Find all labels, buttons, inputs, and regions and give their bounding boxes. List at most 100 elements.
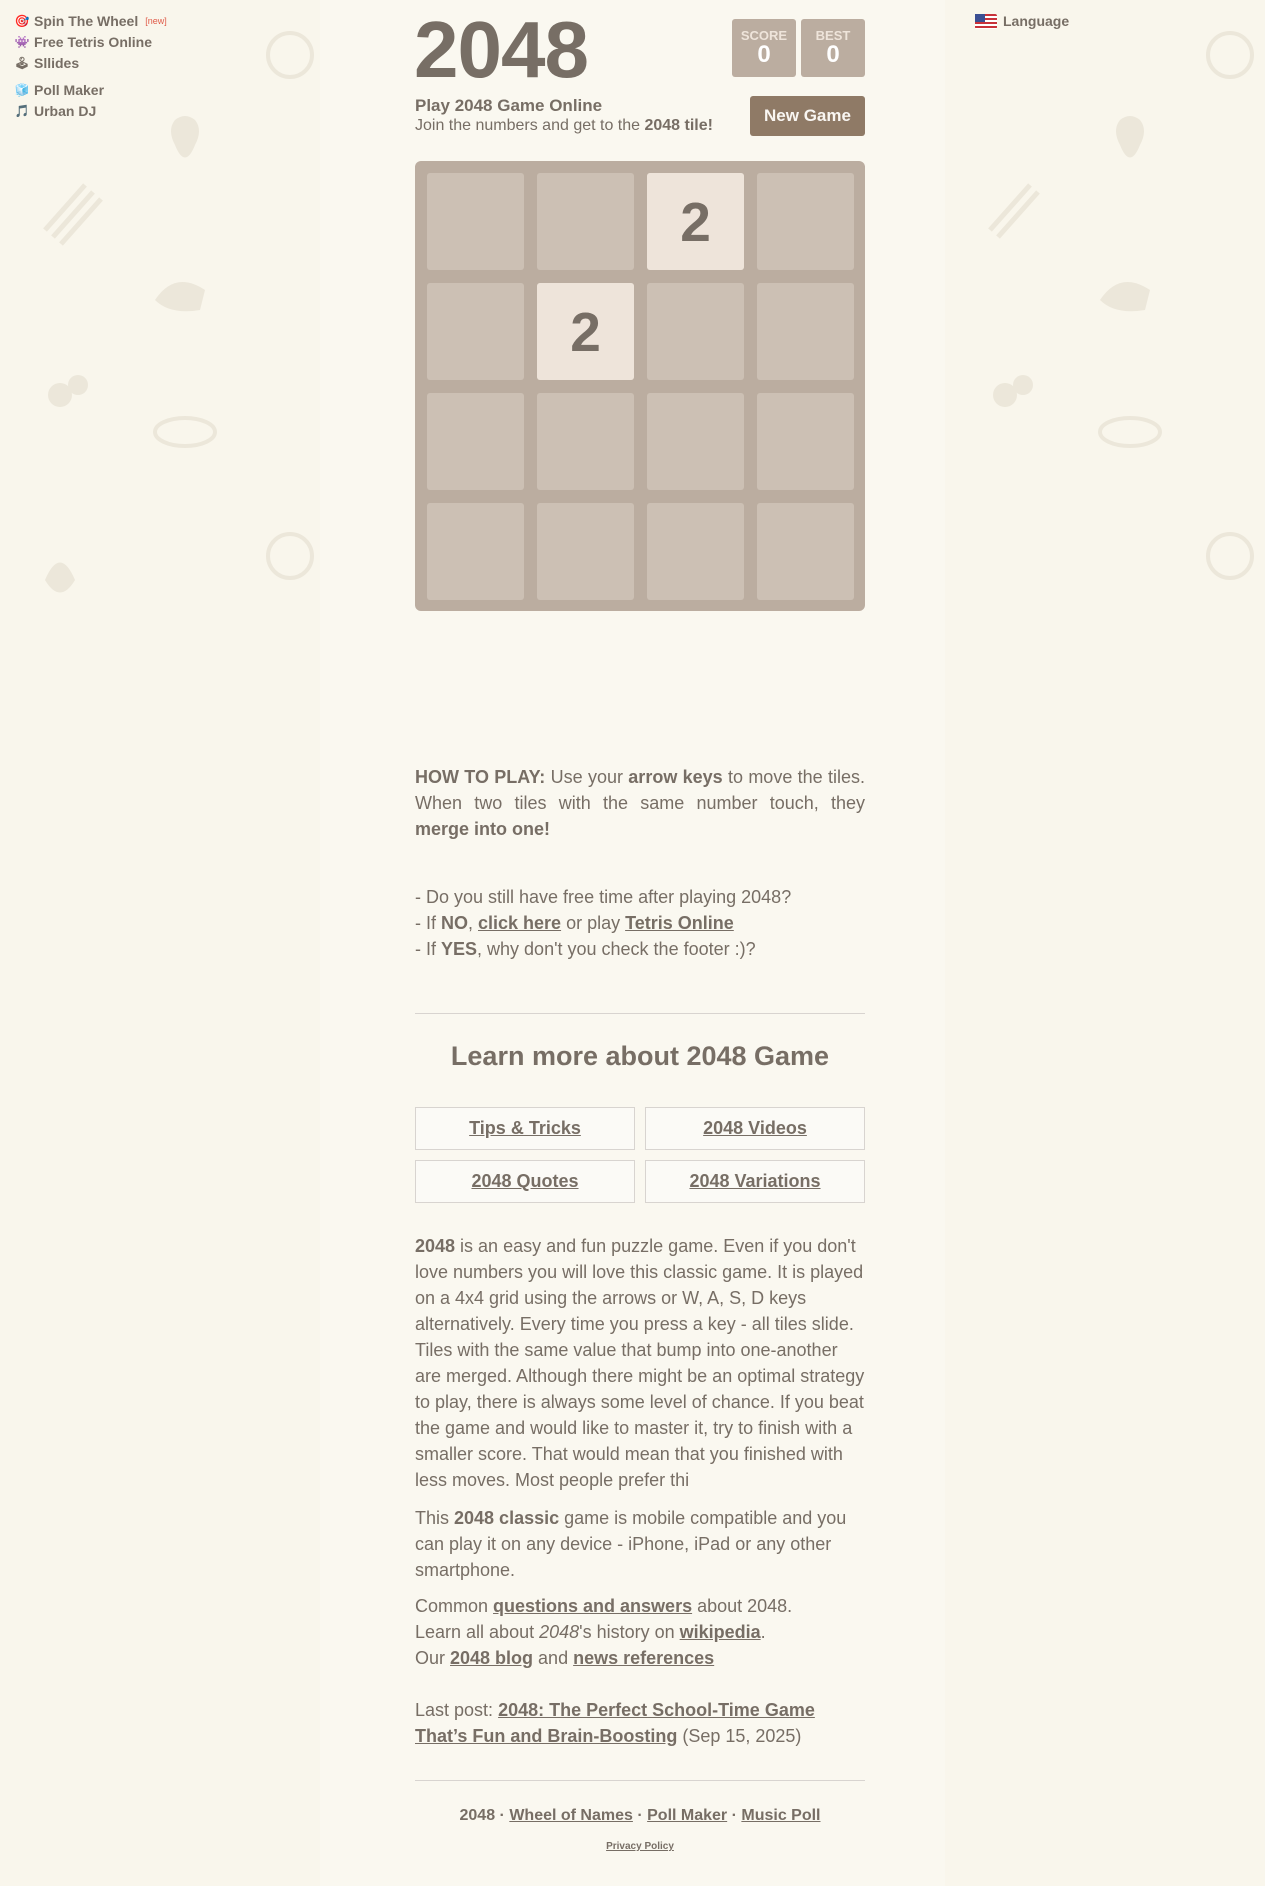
text: about 2048. xyxy=(692,1596,793,1616)
text: This xyxy=(415,1508,455,1528)
text: 's history on xyxy=(579,1622,680,1642)
left-links-nav: 🎯 Spin The Wheel [new] 👾 Free Tetris Onl… xyxy=(14,10,167,121)
free-time-yes: - If YES, why don't you check the footer… xyxy=(415,936,865,962)
text-italic: 2048 xyxy=(539,1622,580,1642)
music-poll-link[interactable]: Music Poll xyxy=(741,1807,820,1824)
best-value: 0 xyxy=(826,41,840,68)
right-pattern-panel xyxy=(945,0,1265,1886)
board-cell xyxy=(647,393,744,490)
fruit-pattern xyxy=(43,31,314,593)
intro-text: Join the numbers and get to the xyxy=(415,117,645,134)
board-cell xyxy=(427,393,524,490)
link-label: Urban DJ xyxy=(34,102,97,119)
wiki-line: Learn all about 2048's history on wikipe… xyxy=(415,1619,865,1645)
how-to-play: HOW TO PLAY: Use your arrow keys to move… xyxy=(415,764,865,842)
separator: · xyxy=(632,1807,648,1824)
videos-button[interactable]: 2048 Videos xyxy=(645,1107,865,1150)
text: or play xyxy=(561,913,626,933)
game-board[interactable]: 22 xyxy=(415,161,865,611)
text: and xyxy=(533,1648,574,1668)
links-paragraph: Common questions and answers about 2048.… xyxy=(415,1593,865,1671)
text: Our xyxy=(415,1648,451,1668)
free-time-question: - Do you still have free time after play… xyxy=(415,887,792,907)
alien-icon: 👾 xyxy=(14,34,30,49)
news-references-link[interactable]: news references xyxy=(573,1648,714,1668)
board-cell xyxy=(427,283,524,380)
text: . xyxy=(760,1622,766,1642)
text-bold: merge into one! xyxy=(415,819,551,839)
wikipedia-link[interactable]: wikipedia xyxy=(680,1622,761,1642)
best-box: BEST 0 xyxy=(801,19,865,77)
tile-2: 2 xyxy=(647,173,744,270)
joystick-icon: 🕹 xyxy=(14,55,30,70)
intro-highlight: 2048 tile! xyxy=(644,117,713,134)
intro-title: Play 2048 Game Online xyxy=(415,96,603,115)
poll-maker-link[interactable]: 🧊 Poll Maker xyxy=(14,79,167,100)
score-box: SCORE 0 xyxy=(732,19,796,77)
text: is an easy and fun puzzle game. Even if … xyxy=(415,1236,865,1490)
text-bold: 2048 classic xyxy=(454,1508,560,1528)
text: , xyxy=(468,913,479,933)
faq-line: Common questions and answers about 2048. xyxy=(415,1593,865,1619)
board-cell xyxy=(427,503,524,600)
text: - If xyxy=(415,939,441,959)
wheel-of-names-link[interactable]: Wheel of Names xyxy=(509,1807,633,1824)
left-pattern-panel xyxy=(0,0,320,1886)
board-cell xyxy=(537,393,634,490)
board-cell xyxy=(757,283,854,380)
last-post-date: (Sep 15, 2025) xyxy=(677,1726,802,1746)
board-cell xyxy=(757,173,854,270)
tile-2: 2 xyxy=(537,283,634,380)
poll-maker-footer-link[interactable]: Poll Maker xyxy=(647,1807,727,1824)
free-time-no: - If NO, click here or play Tetris Onlin… xyxy=(415,910,865,936)
link-label: Free Tetris Online xyxy=(34,33,152,50)
text: Learn all about xyxy=(415,1622,540,1642)
text-bold: NO xyxy=(441,913,468,933)
fruit-pattern xyxy=(988,31,1254,580)
last-post: Last post: 2048: The Perfect School-Time… xyxy=(415,1697,865,1749)
board-cell xyxy=(647,503,744,600)
board-cell xyxy=(757,503,854,600)
music-note-icon: 🎵 xyxy=(14,103,30,118)
new-badge: [new] xyxy=(145,15,167,26)
variations-button[interactable]: 2048 Variations xyxy=(645,1160,865,1203)
urban-dj-link[interactable]: 🎵 Urban DJ xyxy=(14,100,167,121)
learn-more-title: Learn more about 2048 Game xyxy=(450,1041,830,1071)
board-cell xyxy=(427,173,524,270)
spin-the-wheel-link[interactable]: 🎯 Spin The Wheel [new] xyxy=(14,10,167,31)
board-cell xyxy=(537,503,634,600)
new-game-button[interactable]: New Game xyxy=(750,96,865,136)
language-selector[interactable]: Language xyxy=(975,13,1069,29)
link-label: Sllides xyxy=(34,54,80,71)
cube-icon: 🧊 xyxy=(14,82,30,97)
tetris-online-link[interactable]: Tetris Online xyxy=(625,913,734,933)
board-cell xyxy=(647,283,744,380)
text-bold: YES xyxy=(441,939,478,959)
footer-2048: 2048 xyxy=(459,1807,496,1824)
tips-tricks-button[interactable]: Tips & Tricks xyxy=(415,1107,635,1150)
about-paragraph: 2048 is an easy and fun puzzle game. Eve… xyxy=(415,1233,865,1493)
sllides-link[interactable]: 🕹 Sllides xyxy=(14,52,167,73)
quotes-button[interactable]: 2048 Quotes xyxy=(415,1160,635,1203)
link-label: Poll Maker xyxy=(34,81,105,98)
divider xyxy=(415,1780,865,1781)
text: Common xyxy=(415,1596,494,1616)
privacy-policy-link[interactable]: Privacy Policy xyxy=(415,1841,865,1852)
target-icon: 🎯 xyxy=(14,13,30,28)
text-bold: 2048 xyxy=(415,1236,456,1256)
text: - If xyxy=(415,913,441,933)
free-tetris-online-link[interactable]: 👾 Free Tetris Online xyxy=(14,31,167,52)
blog-link[interactable]: 2048 blog xyxy=(450,1648,533,1668)
click-here-link[interactable]: click here xyxy=(478,913,561,933)
how-to-play-label: HOW TO PLAY: xyxy=(415,767,546,787)
game-title: 2048 xyxy=(414,5,589,94)
footer-links: 2048 · Wheel of Names · Poll Maker · Mus… xyxy=(415,1807,865,1825)
mobile-paragraph: This 2048 classic game is mobile compati… xyxy=(415,1505,865,1583)
text-bold: arrow keys xyxy=(628,767,723,787)
blog-line: Our 2048 blog and news references xyxy=(415,1645,865,1671)
text: Last post: xyxy=(415,1700,499,1720)
board-cell xyxy=(537,173,634,270)
language-label: Language xyxy=(1003,13,1070,29)
intro-subtitle: Join the numbers and get to the 2048 til… xyxy=(415,117,713,135)
faq-link[interactable]: questions and answers xyxy=(493,1596,692,1616)
